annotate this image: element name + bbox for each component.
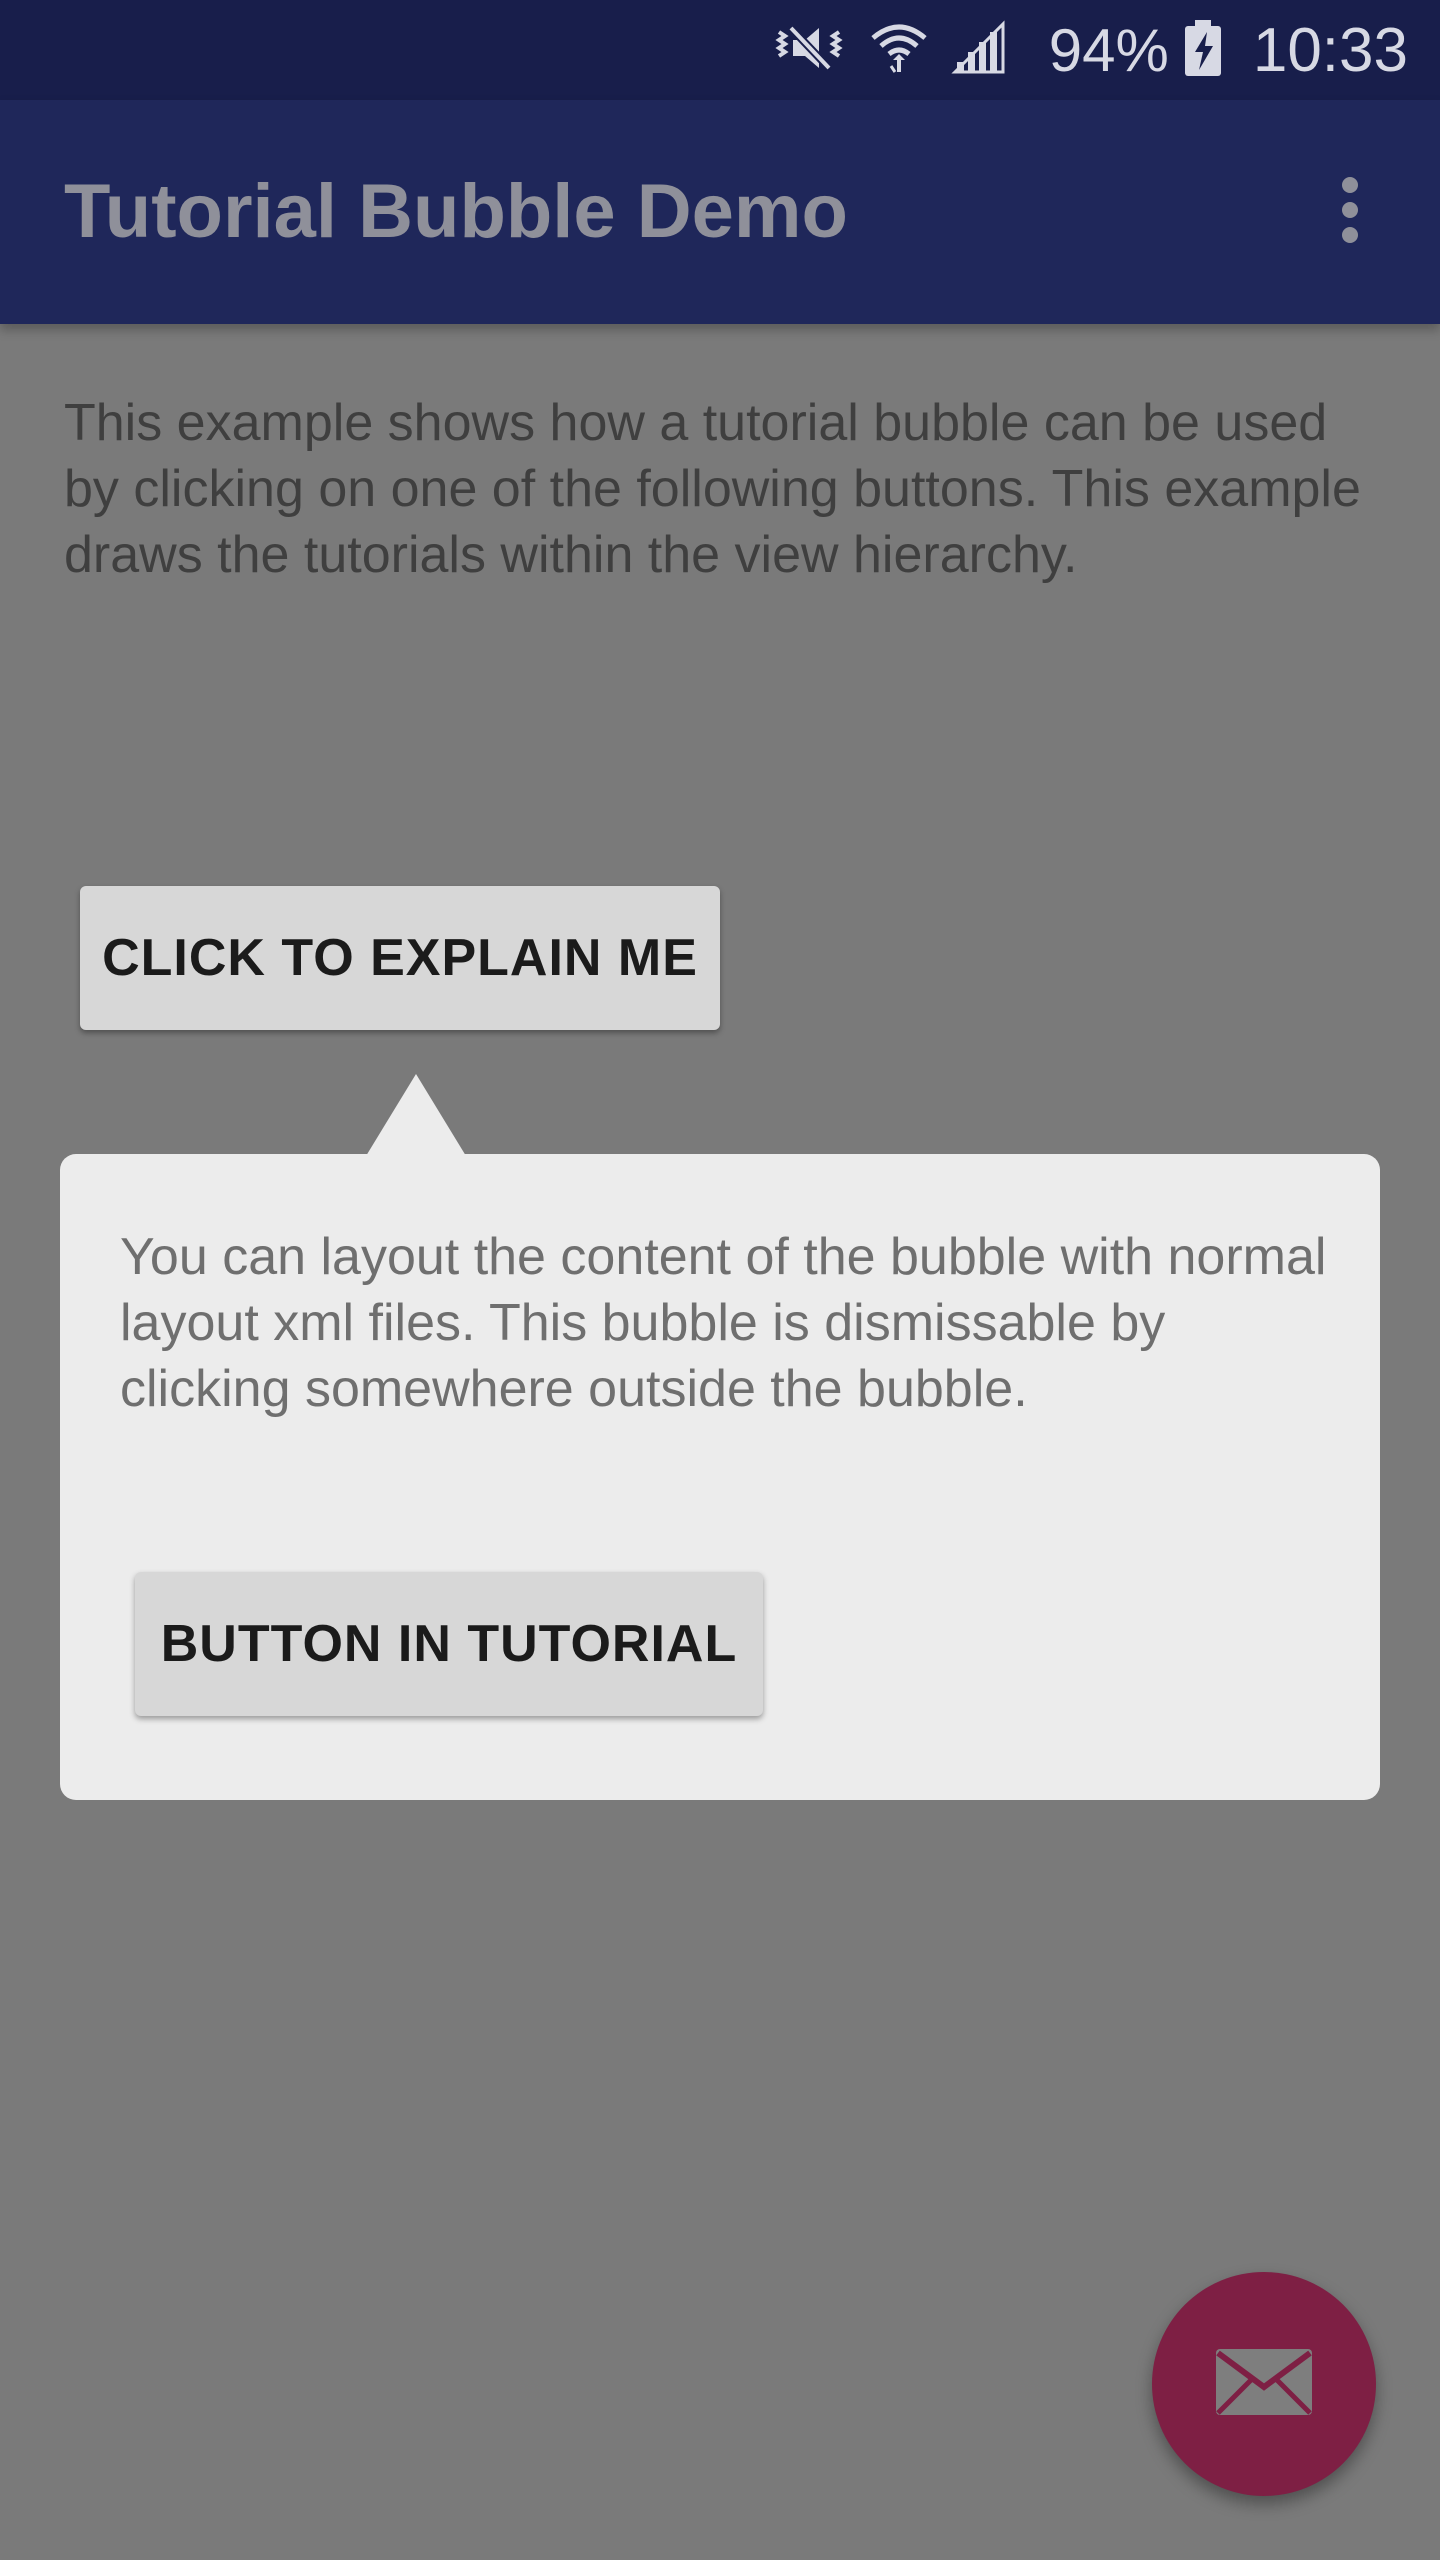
tutorial-button[interactable]: BUTTON IN TUTORIAL: [135, 1572, 763, 1716]
description-text: This example shows how a tutorial bubble…: [64, 394, 1361, 584]
app-title: Tutorial Bubble Demo: [64, 169, 848, 254]
vibrate-icon: [769, 18, 849, 83]
status-icons: 94% 10:33: [769, 0, 1408, 100]
mail-fab-button[interactable]: [1152, 2272, 1376, 2496]
status-clock: 10:33: [1252, 15, 1408, 85]
bubble-text: You can layout the content of the bubble…: [120, 1228, 1327, 1418]
wifi-icon: [869, 18, 929, 83]
tutorial-bubble: You can layout the content of the bubble…: [60, 1154, 1380, 1800]
battery-charging-icon: [1183, 18, 1223, 83]
explain-button[interactable]: CLICK TO EXPLAIN ME: [80, 886, 720, 1030]
overflow-menu-icon: [1340, 175, 1360, 250]
battery-percent: 94%: [1048, 16, 1169, 84]
overflow-menu-button[interactable]: [1300, 162, 1400, 262]
bubble-pointer: [366, 1074, 466, 1156]
mail-icon: [1214, 2347, 1314, 2422]
signal-icon: [949, 18, 1009, 83]
app-bar: Tutorial Bubble Demo: [0, 100, 1440, 324]
status-bar: 94% 10:33: [0, 0, 1440, 100]
